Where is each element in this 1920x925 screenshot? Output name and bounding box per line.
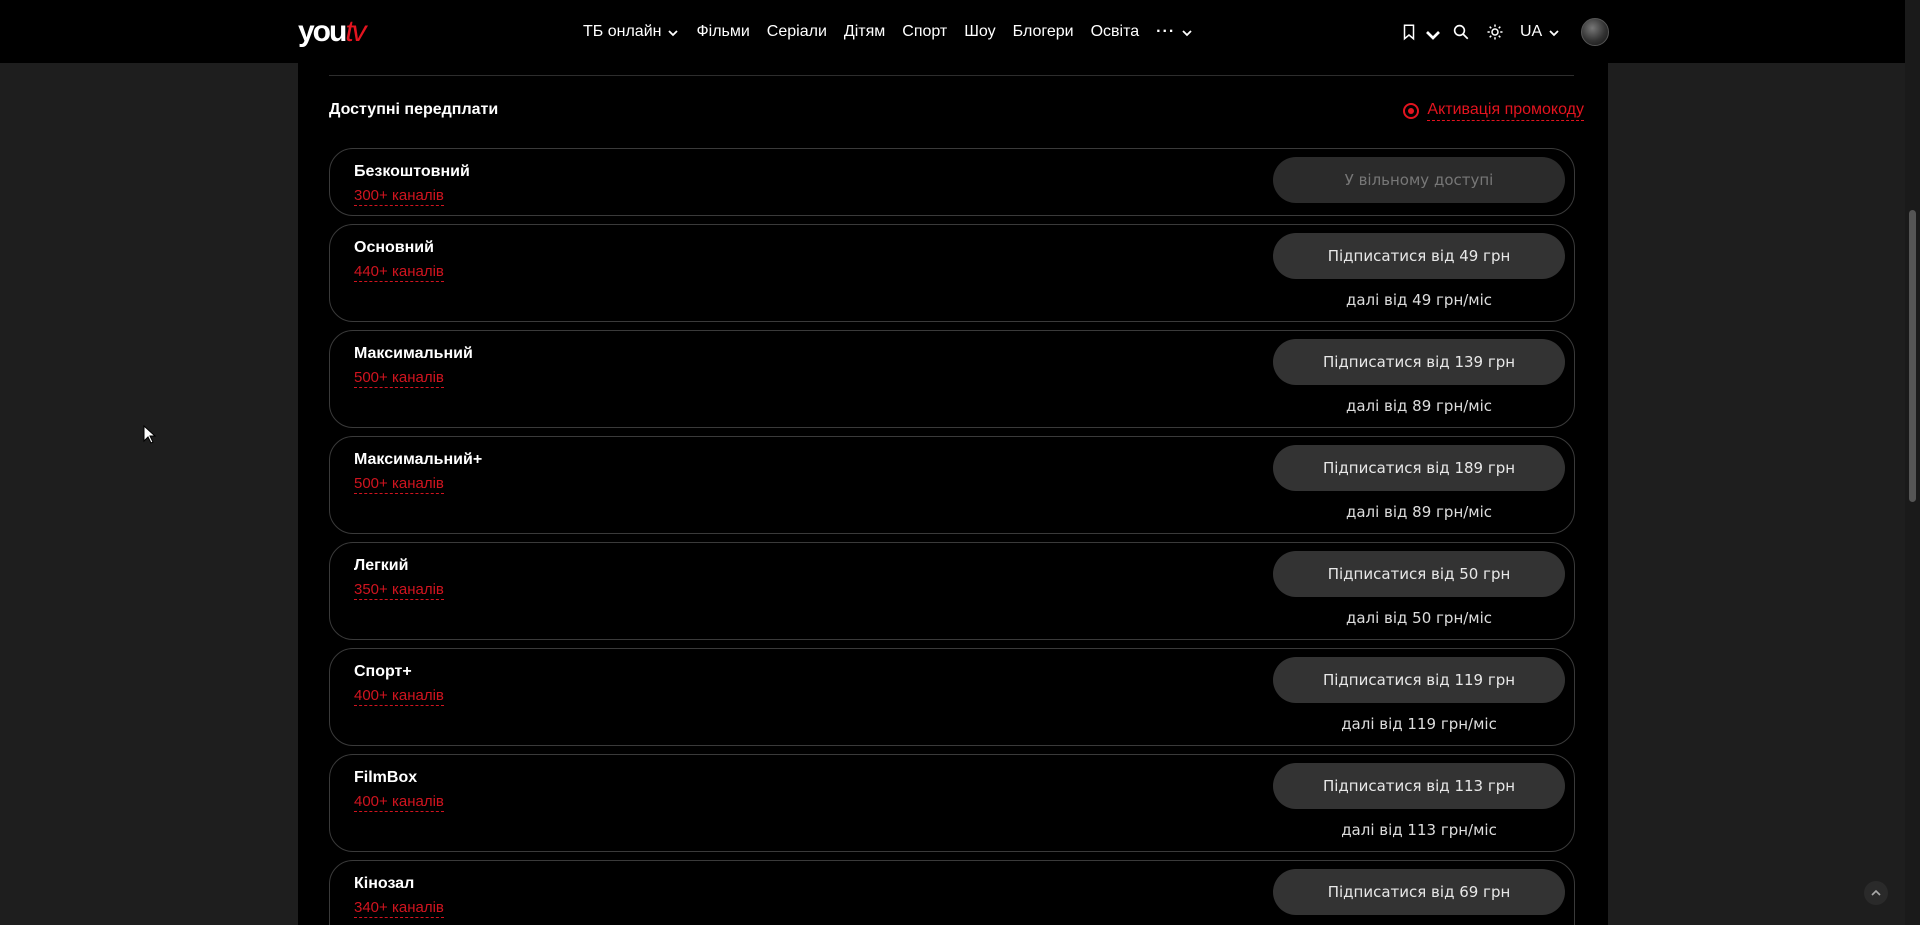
chevron-down-icon <box>1181 26 1193 38</box>
subscribe-button[interactable]: Підписатися від 139 грн <box>1273 339 1565 385</box>
chevron-down-icon <box>667 26 679 38</box>
subscribe-button[interactable]: Підписатися від 69 грн <box>1273 869 1565 915</box>
nav-item-label: Фільми <box>696 22 750 40</box>
page-title: Доступні передплати <box>329 101 499 118</box>
sun-icon <box>1487 24 1503 39</box>
nav-item-2[interactable]: Серіали <box>767 23 827 41</box>
plan-price-note: далі від 113 грн/міс <box>1341 821 1497 839</box>
plan-price-note: далі від 119 грн/міс <box>1341 715 1497 733</box>
subscribe-button[interactable]: Підписатися від 50 грн <box>1273 551 1565 597</box>
plan-channels-link[interactable]: 500+ каналів <box>354 475 444 494</box>
language-selector[interactable]: UA <box>1520 23 1560 41</box>
radio-target-icon <box>1403 103 1420 119</box>
chevron-down-icon <box>1548 26 1560 38</box>
plan-name: Основний <box>354 239 434 256</box>
bookmark-icon <box>1403 24 1415 40</box>
plan-name: Спорт+ <box>354 663 412 680</box>
plan-channels-link[interactable]: 300+ каналів <box>354 187 444 206</box>
subscribe-button[interactable]: Підписатися від 119 грн <box>1273 657 1565 703</box>
bookmarks-menu[interactable] <box>1400 23 1440 41</box>
plan-card: Кінозал 340+ каналів Підписатися від 69 гр… <box>329 860 1575 925</box>
plan-price-note: далі від 89 грн/міс <box>1345 503 1493 521</box>
mouse-cursor-icon <box>143 425 157 444</box>
header-tools: UA <box>1400 0 1560 63</box>
plan-name: FilmBox <box>354 769 418 786</box>
plan-channels-link[interactable]: 350+ каналів <box>354 581 444 600</box>
plan-price-note: далі від 50 грн/міс <box>1345 609 1493 627</box>
nav-item-label: Спорт <box>902 22 948 40</box>
plan-channels-link[interactable]: 440+ каналів <box>354 263 444 282</box>
more-menu[interactable]: ··· <box>1156 23 1193 41</box>
nav-item-1[interactable]: Фільми <box>696 23 749 41</box>
plan-card: Спорт+ 400+ каналів Підписатися від 119 гр… <box>329 648 1575 746</box>
chevron-down-icon <box>1424 26 1440 40</box>
nav-item-4[interactable]: Спорт <box>902 23 947 41</box>
plan-card: Максимальний+ 500+ каналів Підписатися від… <box>329 436 1575 534</box>
more-dots-icon: ··· <box>1156 22 1176 40</box>
divider <box>329 75 1574 76</box>
plan-card: FilmBox 400+ каналів Підписатися від 113 г… <box>329 754 1575 852</box>
nav-item-label: ТБ онлайн <box>583 22 662 40</box>
promo-code-label: Активація промокоду <box>1427 101 1584 121</box>
plan-name: Максимальний+ <box>354 451 483 468</box>
main-nav: ТБ онлайн Фільми Серіали Дітям Спорт Шоу Блоге… <box>583 0 1210 63</box>
subscriptions-panel: Доступні передплати Активація промокоду … <box>298 63 1608 925</box>
subscribe-button[interactable]: Підписатися від 189 грн <box>1273 445 1565 491</box>
scrollbar[interactable] <box>1905 0 1920 925</box>
subscribe-button[interactable]: Підписатися від 113 грн <box>1273 763 1565 809</box>
plan-name: Легкий <box>354 557 409 574</box>
nav-item-label: Серіали <box>766 22 827 40</box>
promo-code-link[interactable]: Активація промокоду <box>1403 101 1584 121</box>
nav-item-5[interactable]: Шоу <box>964 23 995 41</box>
search-button[interactable] <box>1452 23 1470 41</box>
avatar[interactable] <box>1581 18 1609 46</box>
plan-card: Легкий 350+ каналів Підписатися від 50 грн… <box>329 542 1575 640</box>
plan-channels-link[interactable]: 400+ каналів <box>354 687 444 706</box>
plan-price-note: далі від 89 грн/міс <box>1345 397 1493 415</box>
search-icon <box>1453 24 1469 39</box>
nav-item-label: Блогери <box>1012 22 1074 40</box>
plan-price-note: далі від 49 грн/міс <box>1345 291 1493 309</box>
plan-name: Максимальний <box>354 345 473 362</box>
nav-item-label: Шоу <box>964 22 996 40</box>
plans-list: Безкоштовний 300+ каналів У вільному досту… <box>329 148 1575 925</box>
plan-name: Кінозал <box>354 875 415 892</box>
theme-toggle[interactable] <box>1486 23 1504 41</box>
logo-tv-text: tv <box>345 15 366 48</box>
plan-card: Основний 440+ каналів Підписатися від 49 г… <box>329 224 1575 322</box>
free-access-button: У вільному доступі <box>1273 157 1565 203</box>
nav-item-label: Освіта <box>1090 22 1140 40</box>
plan-channels-link[interactable]: 340+ каналів <box>354 899 444 918</box>
nav-item-0[interactable]: ТБ онлайн <box>583 23 679 41</box>
nav-item-6[interactable]: Блогери <box>1013 23 1074 41</box>
youtv-logo[interactable]: youtv <box>298 14 367 50</box>
plan-channels-link[interactable]: 500+ каналів <box>354 369 444 388</box>
nav-item-3[interactable]: Дітям <box>844 23 885 41</box>
top-navigation-bar: youtv ТБ онлайн Фільми Серіали Дітям Спорт Шо… <box>0 0 1905 63</box>
chevron-up-icon <box>1871 889 1881 896</box>
nav-item-7[interactable]: Освіта <box>1091 23 1140 41</box>
plan-channels-link[interactable]: 400+ каналів <box>354 793 444 812</box>
subscribe-button[interactable]: Підписатися від 49 грн <box>1273 233 1565 279</box>
scroll-to-top-button[interactable] <box>1864 881 1888 905</box>
nav-item-label: Дітям <box>843 22 886 40</box>
plan-name: Безкоштовний <box>354 163 470 180</box>
language-label: UA <box>1520 22 1543 40</box>
plan-card: Безкоштовний 300+ каналів У вільному досту… <box>329 148 1575 216</box>
plan-card: Максимальний 500+ каналів Підписатися від … <box>329 330 1575 428</box>
scrollbar-thumb[interactable] <box>1909 210 1916 502</box>
logo-you-text: you <box>298 15 347 48</box>
